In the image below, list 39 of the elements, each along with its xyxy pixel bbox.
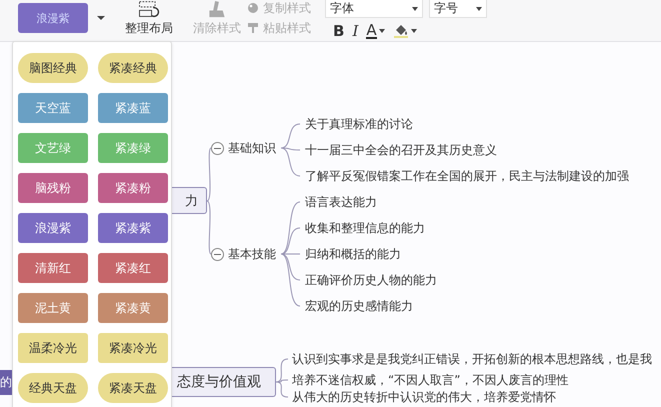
theme-option[interactable]: 脑图经典 bbox=[18, 53, 88, 83]
leaf-node[interactable]: 十一届三中全会的召开及其历史意义 bbox=[305, 141, 497, 159]
leaf-node[interactable]: 关于真理标准的讨论 bbox=[305, 115, 413, 133]
font-select[interactable]: 字体 bbox=[325, 0, 423, 18]
topic-node[interactable]: 态度与价值观 bbox=[172, 367, 276, 397]
theme-option[interactable]: 紧凑天盘 bbox=[98, 373, 168, 403]
leaf-node[interactable]: 培养不迷信权威，“不因人取言”，不因人废言的理性 bbox=[292, 371, 568, 389]
theme-option[interactable]: 经典天盘 bbox=[18, 373, 88, 403]
theme-option[interactable]: 紧凑紫 bbox=[98, 213, 168, 243]
topic-node[interactable]: 力 bbox=[172, 187, 207, 214]
leaf-node[interactable]: 收集和整理信息的能力 bbox=[305, 219, 425, 237]
font-color-button[interactable]: A bbox=[366, 21, 385, 41]
theme-option[interactable]: 紧凑粉 bbox=[98, 173, 168, 203]
subtopic-node[interactable]: 基本技能 bbox=[228, 245, 276, 263]
layout-icon bbox=[136, 0, 162, 19]
leaf-node[interactable]: 了解平反冤假错案工作在全国的展开，民主与法制建设的加强 bbox=[305, 167, 629, 185]
theme-option[interactable]: 脑残粉 bbox=[18, 173, 88, 203]
topic-node[interactable]: 的 bbox=[0, 370, 12, 395]
caret-icon[interactable] bbox=[97, 16, 105, 20]
italic-button[interactable]: I bbox=[352, 21, 358, 41]
leaf-node[interactable]: 宏观的历史感情能力 bbox=[305, 297, 413, 315]
subtopic-node[interactable]: 基础知识 bbox=[228, 139, 276, 157]
theme-option[interactable]: 紧凑经典 bbox=[98, 53, 168, 83]
leaf-node[interactable]: 从伟大的历史转折中认识党的伟大，培养爱党情怀 bbox=[292, 388, 556, 406]
theme-option[interactable]: 紧凑冷光 bbox=[98, 333, 168, 363]
theme-option[interactable]: 温柔冷光 bbox=[18, 333, 88, 363]
size-select[interactable]: 字号 bbox=[429, 0, 487, 18]
bold-button[interactable]: B bbox=[333, 21, 344, 41]
leaf-node[interactable]: 归纳和概括的能力 bbox=[305, 245, 401, 263]
layout-button[interactable]: 整理布局 bbox=[125, 0, 173, 40]
collapse-icon[interactable] bbox=[211, 142, 224, 155]
theme-option[interactable]: 浪漫紫 bbox=[18, 213, 88, 243]
leaf-node[interactable]: 语言表达能力 bbox=[305, 193, 377, 211]
collapse-icon[interactable] bbox=[211, 248, 224, 261]
theme-option[interactable]: 清新红 bbox=[18, 253, 88, 283]
leaf-node[interactable]: 正确评价历史人物的能力 bbox=[305, 271, 437, 289]
leaf-node[interactable]: 认识到实事求是是我党纠正错误，开拓创新的根本思想路线，也是我 bbox=[292, 350, 652, 368]
paint-bucket-icon bbox=[392, 24, 409, 38]
theme-option[interactable]: 紧凑红 bbox=[98, 253, 168, 283]
